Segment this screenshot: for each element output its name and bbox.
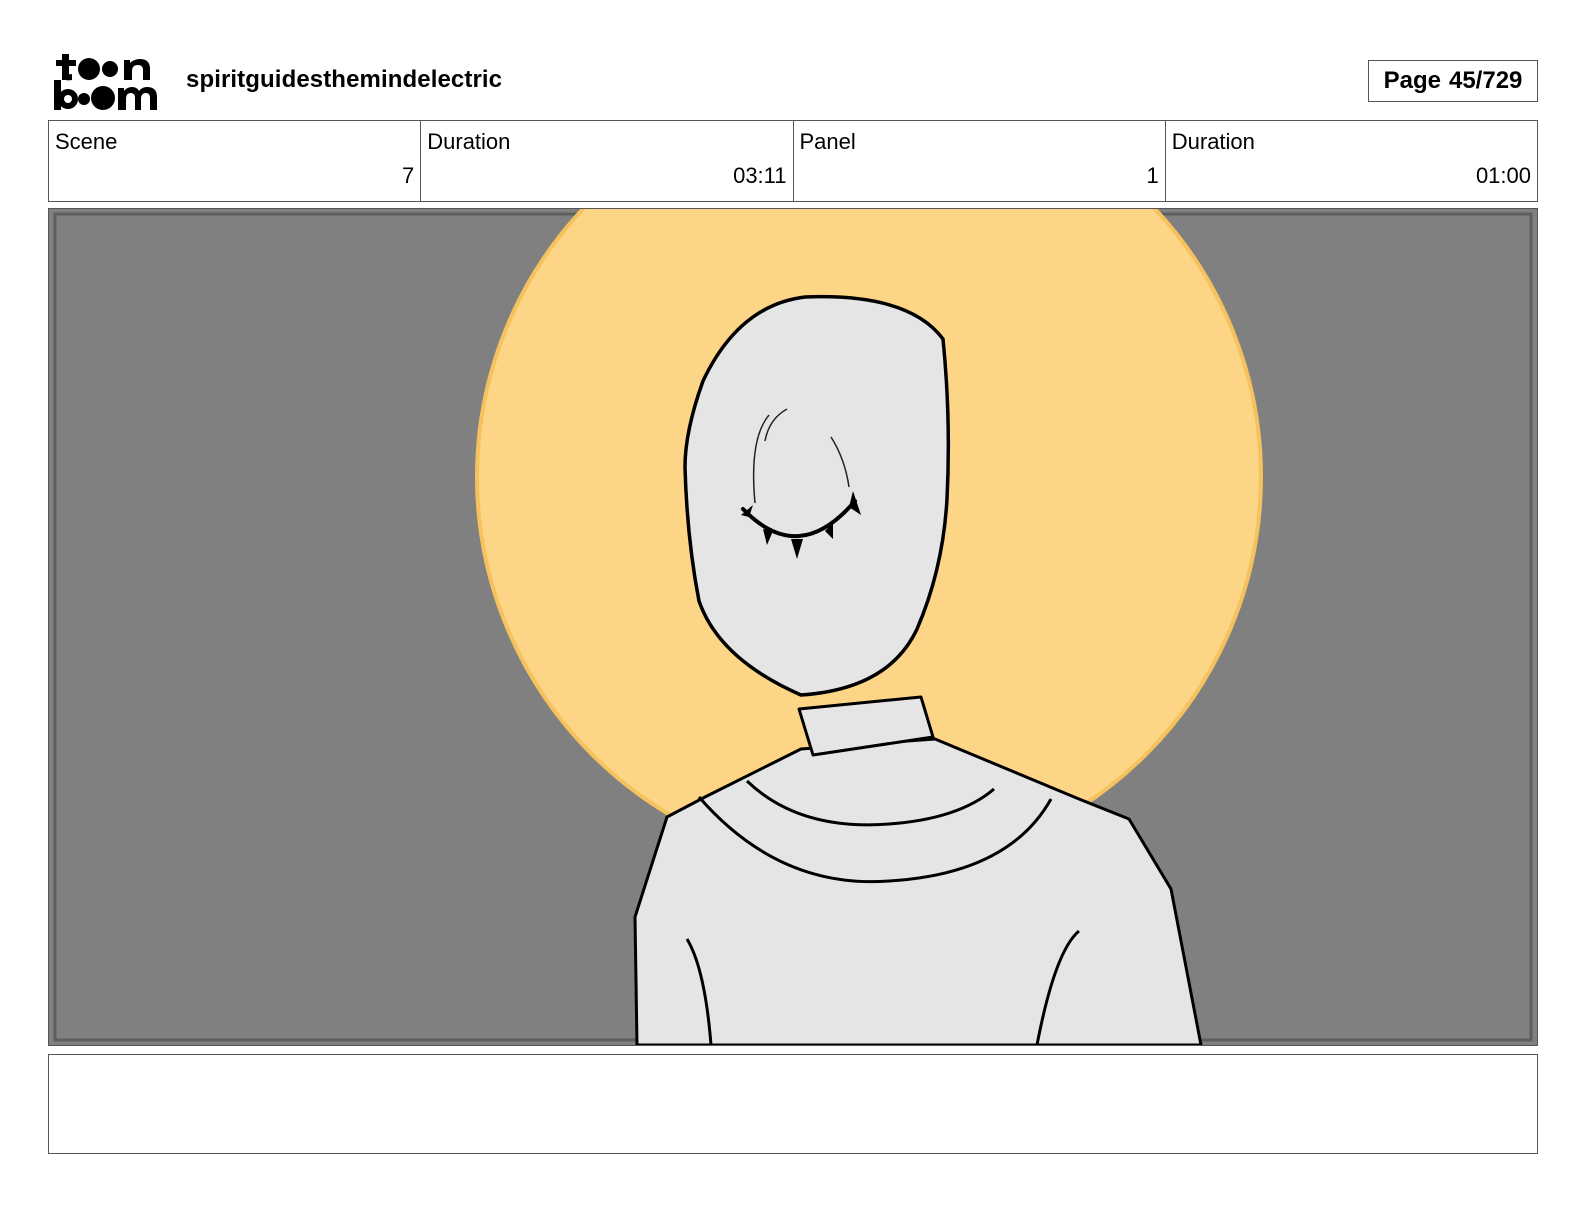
panel-duration-cell: Duration 01:00: [1166, 121, 1537, 201]
figure-head: [683, 294, 951, 697]
panel-drawing: [49, 209, 1537, 1045]
storyboard-panel: [48, 208, 1538, 1046]
scene-cell: Scene 7: [49, 121, 422, 201]
panel-label: Panel: [799, 129, 856, 154]
scene-duration-value: 03:11: [733, 163, 787, 188]
panel-cell: Panel 1: [794, 121, 1166, 201]
toon-boom-logo: [52, 50, 164, 112]
scene-value: 7: [402, 163, 415, 188]
panel-duration-label: Duration: [1171, 129, 1255, 154]
panel-info-table: Scene 7 Duration 03:11 Panel 1 Duration …: [48, 120, 1538, 202]
page-number: 45/729: [1448, 67, 1523, 94]
page-label: Page: [1383, 67, 1441, 94]
scene-duration-label: Duration: [427, 129, 511, 154]
panel-value: 1: [1146, 163, 1159, 188]
scene-duration-cell: Duration 03:11: [421, 121, 794, 201]
document-title: spiritguidesthemindelectric: [186, 66, 503, 93]
page-indicator: Page 45/729: [1368, 60, 1538, 102]
panel-duration-value: 01:00: [1475, 163, 1531, 188]
scene-label: Scene: [55, 129, 118, 154]
panel-notes-box: [48, 1054, 1538, 1154]
